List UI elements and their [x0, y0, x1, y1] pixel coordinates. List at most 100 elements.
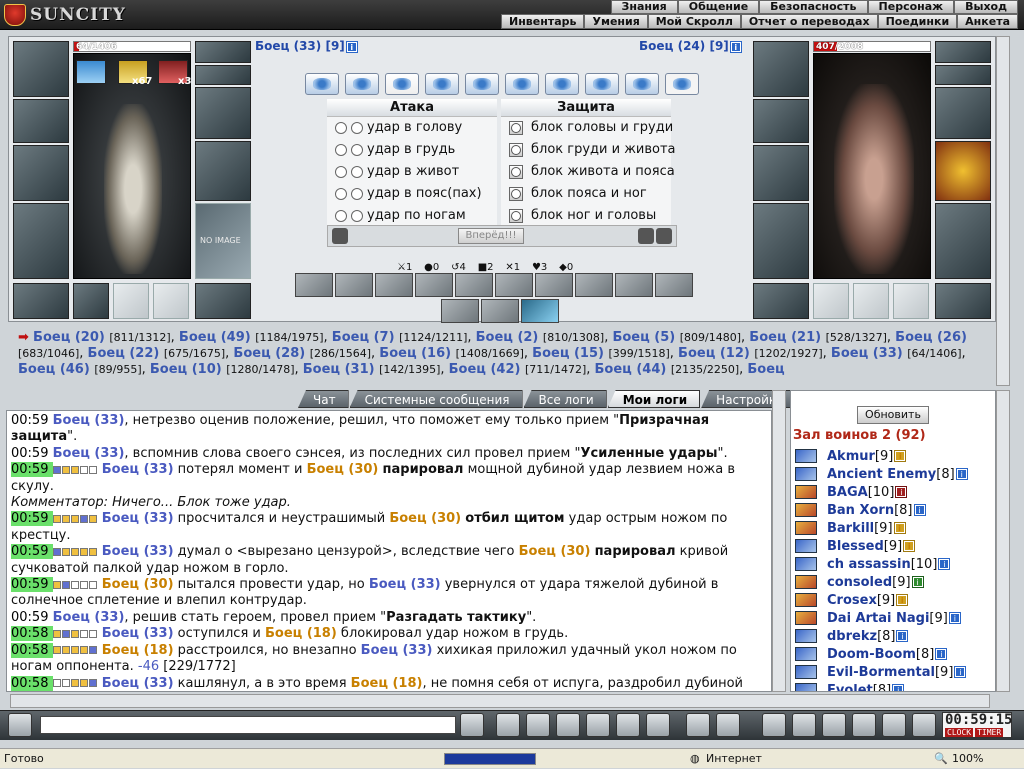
enemy-shield-slot[interactable]: [935, 141, 991, 201]
menu-my-scroll[interactable]: Мой Скролл: [647, 14, 741, 29]
enemy-pants-slot[interactable]: [935, 203, 991, 279]
log-scrollbar[interactable]: [772, 390, 786, 692]
private-message-icon[interactable]: [795, 467, 817, 481]
defense-radio[interactable]: [509, 209, 523, 223]
fighter-link[interactable]: Боец (28) [286/1564]: [233, 346, 371, 361]
log-fighter-name[interactable]: Боец (30): [519, 544, 591, 559]
player-info-icon[interactable]: i: [954, 666, 967, 678]
refresh-button[interactable]: Обновить: [857, 406, 929, 424]
player-row[interactable]: Blessed [9] i: [795, 537, 995, 555]
amulet-slot[interactable]: [195, 41, 251, 63]
private-message-icon[interactable]: [795, 593, 817, 607]
attack-radio-b[interactable]: [351, 210, 363, 222]
fight-icon[interactable]: [822, 713, 846, 737]
enemy-boots-slot[interactable]: [935, 283, 991, 319]
bag-icon[interactable]: [762, 713, 786, 737]
tactic-icon-2[interactable]: [345, 73, 379, 95]
log-fighter-name[interactable]: Боец (30): [307, 462, 379, 477]
menu-communication[interactable]: Общение: [677, 0, 760, 14]
player-name[interactable]: Blessed: [827, 539, 884, 554]
private-message-icon[interactable]: [795, 503, 817, 517]
log-fighter-name[interactable]: Боец (33): [361, 643, 433, 658]
log-fighter-name[interactable]: Боец (33): [53, 610, 125, 625]
menu-transfer-report[interactable]: Отчет о переводах: [740, 14, 878, 29]
fighter-link[interactable]: Боец (33) [64/1406]: [831, 346, 962, 361]
tactic-icon-9[interactable]: [625, 73, 659, 95]
bracers-slot[interactable]: [13, 99, 69, 143]
log-fighter-name[interactable]: Боец (33): [53, 413, 125, 428]
skill-icon[interactable]: [481, 299, 519, 323]
defense-radio[interactable]: [509, 187, 523, 201]
log-fighter-name[interactable]: Боец (33): [102, 544, 174, 559]
filter-icon[interactable]: [526, 713, 550, 737]
offhand-slot[interactable]: [195, 141, 251, 201]
attack-chest[interactable]: удар в грудь: [327, 139, 497, 161]
fighter-link[interactable]: Боец (16) [1408/1669]: [379, 346, 524, 361]
helmet-slot[interactable]: [13, 41, 69, 97]
clock-label[interactable]: CLOCK: [945, 728, 974, 737]
skill-icon[interactable]: [375, 273, 413, 297]
player-name[interactable]: ch assassin: [827, 557, 911, 572]
tab-my-logs[interactable]: Мои логи: [607, 390, 701, 408]
logo[interactable]: SUNCITY: [4, 3, 126, 27]
skill-icon[interactable]: [335, 273, 373, 297]
private-message-icon[interactable]: [795, 521, 817, 535]
player-row[interactable]: Dai Artai Nagi [9] i: [795, 609, 995, 627]
player-info-icon[interactable]: i: [935, 648, 948, 660]
defense-chest-belly[interactable]: блок груди и живота: [501, 139, 676, 161]
right-fighter-name[interactable]: Боец (24) [9] i: [639, 39, 742, 53]
player-row[interactable]: Doom-Boom [8] i: [795, 645, 995, 663]
log-fighter-name[interactable]: Боец (30): [102, 577, 174, 592]
left-fighter-portrait[interactable]: x67 x3: [73, 53, 191, 279]
save-icon[interactable]: [556, 713, 580, 737]
belt-slot[interactable]: [13, 283, 69, 319]
player-name[interactable]: BAGA: [827, 485, 868, 500]
ring-slot-2[interactable]: [113, 283, 149, 319]
ring-slot-3[interactable]: [153, 283, 189, 319]
skill-icon[interactable]: [441, 299, 479, 323]
attack-radio-a[interactable]: [335, 166, 347, 178]
player-row[interactable]: Ban Xorn [8] i: [795, 501, 995, 519]
log-fighter-name[interactable]: Боец (33): [102, 511, 174, 526]
player-name[interactable]: dbrekz: [827, 629, 877, 644]
player-row[interactable]: ch assassin [10] i: [795, 555, 995, 573]
fighter-link[interactable]: Боец (20) [811/1312]: [33, 330, 171, 345]
player-row[interactable]: Evolet [8] i: [795, 681, 995, 691]
enemy-helmet-slot[interactable]: [753, 41, 809, 97]
boots-slot[interactable]: [195, 283, 251, 319]
player-name[interactable]: Ancient Enemy: [827, 467, 936, 482]
log-fighter-name[interactable]: Боец (33): [102, 676, 174, 691]
fighter-link[interactable]: Боец (46) [89/955]: [18, 362, 142, 377]
skill-icon[interactable]: [495, 273, 533, 297]
right-fighter-portrait[interactable]: [813, 53, 931, 279]
enemy-ring-slot-3[interactable]: [893, 283, 929, 319]
private-icon[interactable]: [616, 713, 640, 737]
log-fighter-name[interactable]: Боец (30): [389, 511, 461, 526]
player-name[interactable]: Barkill: [827, 521, 874, 536]
private-message-icon[interactable]: [795, 647, 817, 661]
sound-icon[interactable]: [646, 713, 670, 737]
player-info-icon[interactable]: i: [913, 504, 926, 516]
attack-radio-a[interactable]: [335, 188, 347, 200]
attack-groin[interactable]: удар в пояс(пах): [327, 183, 497, 205]
player-name[interactable]: Ban Xorn: [827, 503, 894, 518]
menu-inventory[interactable]: Инвентарь: [501, 14, 585, 29]
defense-legs-head[interactable]: блок ног и головы: [501, 205, 671, 227]
timer-label[interactable]: TIMER: [975, 728, 1004, 737]
fighter-link[interactable]: Боец (21) [528/1327]: [749, 330, 887, 345]
tab-system-messages[interactable]: Системные сообщения: [349, 390, 523, 408]
player-info-icon[interactable]: i: [911, 576, 924, 588]
fighter-link[interactable]: Боец (12) [1202/1927]: [678, 346, 823, 361]
character-icon[interactable]: [586, 713, 610, 737]
enemy-armor-slot[interactable]: [753, 203, 809, 279]
attack-radio-a[interactable]: [335, 210, 347, 222]
player-info-icon[interactable]: i: [895, 486, 908, 498]
enemy-ring-slot-1[interactable]: [813, 283, 849, 319]
log-fighter-name[interactable]: Боец (18): [102, 643, 174, 658]
tactic-icon-8[interactable]: [585, 73, 619, 95]
attack-radio-b[interactable]: [351, 122, 363, 134]
attack-radio-b[interactable]: [351, 188, 363, 200]
menu-duels[interactable]: Поединки: [877, 14, 958, 29]
arena-scrollbar[interactable]: [996, 36, 1010, 386]
player-info-icon[interactable]: i: [938, 558, 951, 570]
